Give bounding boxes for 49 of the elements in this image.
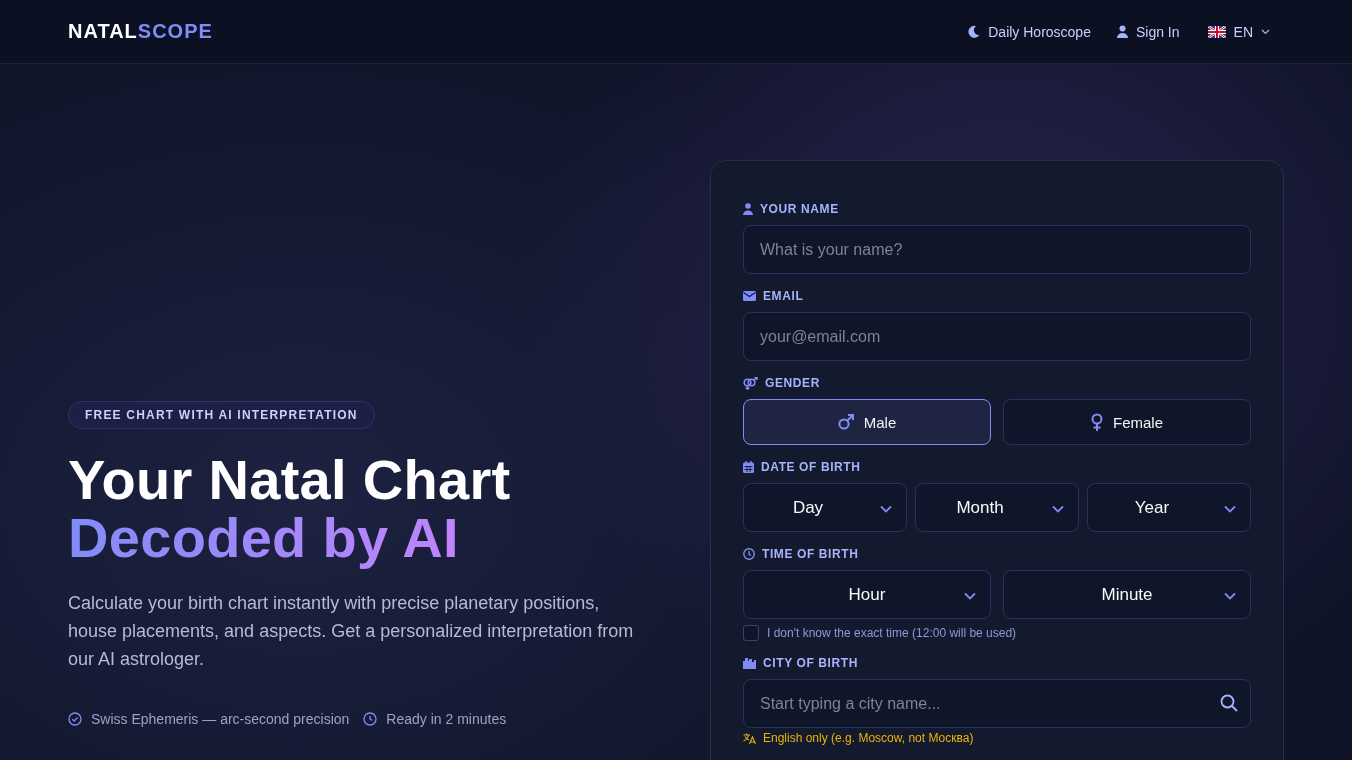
flag-icon [1207,25,1226,38]
date-dropdown[interactable]: Day [743,483,907,532]
chevron-down-icon [1261,28,1270,35]
nav-link[interactable]: Sign In [1116,23,1180,40]
field-label: YOUR NAME [760,202,839,216]
user-icon [1116,25,1128,38]
field-label: DATE OF BIRTH [761,460,861,474]
check-circle-icon [68,712,82,726]
city-search-field[interactable]: Start typing a city name... [743,679,1251,728]
name-field[interactable]: What is your name? [743,225,1251,274]
field-label: EMAIL [763,289,804,303]
envelope-icon [743,291,756,301]
clock-icon [743,548,755,560]
chevron-down-icon [1224,505,1236,513]
field-label: TIME OF BIRTH [762,547,859,561]
date-dropdown[interactable]: Month [915,483,1079,532]
gender-option[interactable]: Male [743,399,991,445]
search-icon [1220,694,1238,712]
user-icon [743,203,753,215]
buildings-icon [743,657,756,669]
gender-icon [743,376,758,390]
logo[interactable]: NATALSCOPE [68,20,213,43]
checkbox[interactable] [743,625,759,641]
female-symbol-icon [1091,413,1103,431]
field-label: GENDER [765,376,820,390]
tagline-badge: FREE CHART WITH AI INTERPRETATION [68,401,375,429]
nav-link[interactable]: Daily Horoscope [968,23,1091,40]
feature-text: Swiss Ephemeris — arc-second precision [91,711,350,727]
time-dropdown[interactable]: Hour [743,570,991,619]
gender-option[interactable]: Female [1003,399,1251,445]
time-dropdown[interactable]: Minute [1003,570,1251,619]
chevron-down-icon [880,505,892,513]
male-symbol-icon [837,414,854,430]
calendar-icon [743,461,754,473]
field-label: CITY OF BIRTH [763,656,858,670]
hero-title: Your Natal Chart [68,451,512,509]
chevron-down-icon [1224,592,1236,600]
language-selector[interactable]: EN [1205,23,1284,40]
hint-text: English only (e.g. Moscow, not Москва) [763,731,974,745]
chevron-down-icon [964,592,976,600]
email-field[interactable]: your@email.com [743,312,1251,361]
moon-icon [968,25,981,38]
date-dropdown[interactable]: Year [1087,483,1251,532]
feature-text: Ready in 2 minutes [386,711,507,727]
hero-description: Calculate your birth chart instantly with precise planetary positions, house placements, and aspects. Get a personalized interpretation from our AI astrologer. [68,592,635,671]
checkbox-label: I don't know the exact time (12:00 will be used) [767,626,1017,640]
translate-icon [743,732,756,744]
chevron-down-icon [1052,505,1064,513]
clock-icon [363,712,378,726]
